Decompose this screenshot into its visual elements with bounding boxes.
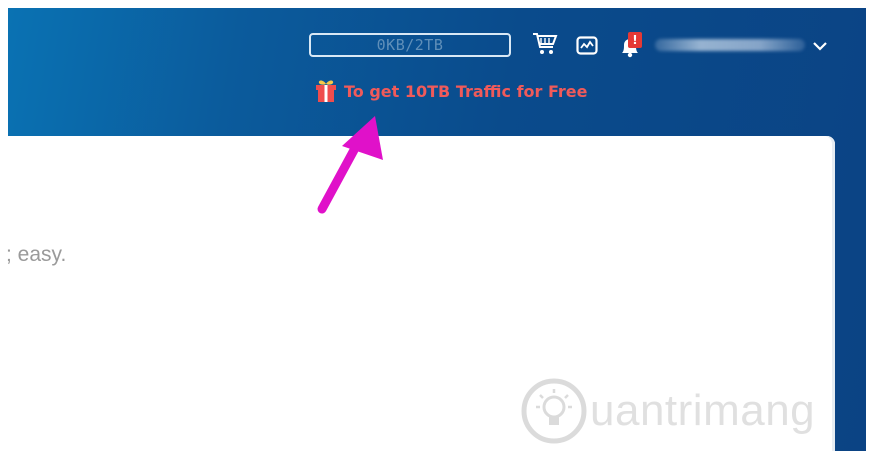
- cart-icon[interactable]: [532, 32, 558, 56]
- notification-badge: !: [628, 32, 642, 48]
- promo-label: To get 10TB Traffic for Free: [344, 81, 588, 101]
- watermark-text: uantrimang: [590, 385, 816, 435]
- intro-text-fragment: ; easy.: [6, 243, 67, 266]
- annotation-arrow: [317, 116, 383, 214]
- watermark: uantrimang: [520, 370, 870, 451]
- lightbulb-logo-icon: [521, 378, 587, 443]
- gift-icon: [316, 80, 336, 102]
- free-traffic-promo-link[interactable]: To get 10TB Traffic for Free: [313, 78, 587, 104]
- chevron-down-icon[interactable]: [812, 40, 828, 52]
- username-redacted[interactable]: [655, 39, 805, 51]
- traffic-usage-meter[interactable]: 0KB/2TB: [309, 33, 511, 57]
- app-window: 0KB/2TB ! To get 10TB Traffic for Free ;…: [0, 0, 870, 451]
- monitor-icon[interactable]: [576, 36, 598, 56]
